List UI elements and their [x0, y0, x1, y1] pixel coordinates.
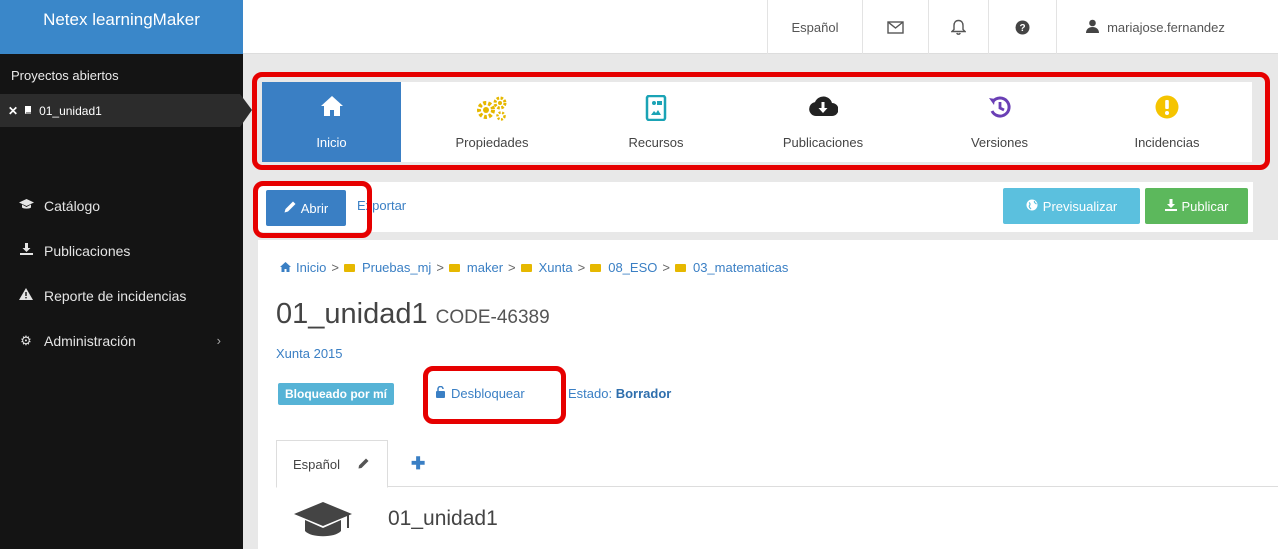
preview-button-label: Previsualizar: [1042, 198, 1118, 214]
graduation-cap-icon: [292, 500, 354, 545]
language-selector[interactable]: Español: [767, 0, 862, 54]
project-code: CODE-46389: [435, 307, 550, 328]
sidebar-item-reporte[interactable]: Reporte de incidencias: [0, 273, 243, 318]
tab-versiones[interactable]: Versiones: [917, 82, 1082, 162]
tab-label: Versiones: [970, 134, 1029, 150]
language-tabs: Español ✚: [276, 440, 1278, 488]
unlock-label: Desbloquear: [451, 386, 525, 401]
breadcrumb-separator: >: [577, 260, 586, 275]
chevron-right-icon: ›: [216, 333, 221, 348]
project-title: 01_unidad1: [276, 298, 428, 330]
close-icon[interactable]: ✕: [8, 104, 18, 118]
page-title: 01_unidad1 CODE-46389: [276, 298, 550, 331]
tab-label: Publicaciones: [782, 134, 864, 150]
brand-logo[interactable]: Netex learningMaker: [0, 0, 243, 54]
sidebar-item-catalogo[interactable]: Catálogo: [0, 183, 243, 228]
open-project-label: 01_unidad1: [39, 103, 102, 118]
breadcrumb: Inicio > Pruebas_mj > maker > Xunta > 08…: [280, 260, 788, 275]
unlock-link[interactable]: Desbloquear: [436, 385, 525, 401]
breadcrumb-item[interactable]: Pruebas_mj: [362, 260, 431, 275]
exclamation-circle-icon: [1155, 95, 1179, 119]
breadcrumb-separator: >: [508, 260, 516, 275]
book-icon: [24, 104, 33, 118]
sidebar-item-label: Publicaciones: [44, 242, 131, 259]
open-project-item[interactable]: ✕ 01_unidad1: [0, 94, 252, 127]
sidebar-item-label: Catálogo: [44, 197, 101, 214]
breadcrumb-item[interactable]: Inicio: [296, 260, 326, 275]
breadcrumb-separator: >: [331, 260, 339, 275]
open-button-label: Abrir: [300, 200, 329, 216]
graduation-cap-icon: [18, 198, 34, 213]
sidebar-item-administracion[interactable]: ⚙ Administración ›: [0, 318, 243, 363]
preview-button[interactable]: Previsualizar: [1003, 188, 1140, 224]
publish-button[interactable]: Publicar: [1145, 188, 1248, 224]
status-label: Estado:: [568, 386, 613, 401]
open-button[interactable]: Abrir: [266, 190, 346, 226]
main-content: Inicio > Pruebas_mj > maker > Xunta > 08…: [258, 240, 1278, 549]
publish-button-label: Publicar: [1181, 198, 1229, 214]
folder-icon: [674, 263, 686, 272]
course-title: 01_unidad1: [388, 507, 498, 530]
folder-icon: [520, 263, 532, 272]
tab-incidencias[interactable]: Incidencias: [1082, 82, 1252, 162]
globe-icon: [1026, 199, 1038, 214]
breadcrumb-item[interactable]: Xunta: [539, 260, 573, 275]
tab-label: Propiedades: [455, 134, 529, 150]
pencil-icon: [284, 201, 296, 216]
sidebar-item-label: Reporte de incidencias: [44, 287, 187, 304]
open-projects-title: Proyectos abiertos: [11, 68, 119, 83]
warning-icon: [18, 288, 34, 303]
pencil-icon[interactable]: [358, 457, 369, 472]
sidebar-item-publicaciones[interactable]: Publicaciones: [0, 228, 243, 273]
user-icon: [1086, 19, 1100, 36]
breadcrumb-item[interactable]: 03_matematicas: [693, 260, 788, 275]
history-icon: [988, 95, 1012, 119]
status-text: Estado: Borrador: [568, 386, 671, 401]
username: mariajose.fernandez: [1107, 19, 1225, 35]
tab-inicio[interactable]: Inicio: [262, 82, 401, 162]
help-icon[interactable]: ?: [988, 0, 1056, 54]
lock-status-badge: Bloqueado por mí: [278, 383, 394, 405]
breadcrumb-item[interactable]: maker: [467, 260, 503, 275]
tab-label: Incidencias: [1134, 134, 1200, 150]
home-icon: [280, 260, 291, 275]
gears-icon: [475, 95, 509, 121]
tab-label: Recursos: [628, 134, 684, 150]
folder-icon: [343, 263, 355, 272]
sidebar-nav: Catálogo Publicaciones Reporte de incide…: [0, 183, 243, 363]
tab-recursos[interactable]: Recursos: [583, 82, 729, 162]
tab-propiedades[interactable]: Propiedades: [401, 82, 583, 162]
tab-publicaciones[interactable]: Publicaciones: [729, 82, 917, 162]
user-menu[interactable]: mariajose.fernandez: [1056, 0, 1254, 54]
sidebar: Netex learningMaker Proyectos abiertos ✕…: [0, 0, 252, 549]
gear-icon: ⚙: [20, 332, 32, 348]
unlock-icon: [436, 385, 445, 401]
add-language-button[interactable]: ✚: [411, 454, 425, 474]
sidebar-item-label: Administración: [44, 332, 136, 349]
top-bar: Español ? mariajose.fernandez: [243, 0, 1278, 54]
breadcrumb-separator: >: [662, 260, 670, 275]
language-tab-label: Español: [293, 456, 340, 472]
folder-icon: [448, 263, 460, 272]
project-subtitle[interactable]: Xunta 2015: [276, 346, 343, 361]
export-link[interactable]: Exportar: [357, 198, 406, 213]
download-icon: [1164, 198, 1177, 214]
home-icon: [320, 95, 344, 119]
status-value: Borrador: [615, 386, 672, 401]
tab-label: Inicio: [316, 134, 347, 150]
breadcrumb-separator: >: [436, 260, 444, 275]
action-bar: Abrir Exportar Previsualizar Publicar: [258, 182, 1253, 232]
svg-text:?: ?: [1019, 23, 1025, 34]
breadcrumb-item[interactable]: 08_ESO: [608, 260, 657, 275]
download-icon: [18, 243, 34, 258]
folder-icon: [590, 263, 602, 272]
bell-icon[interactable]: [928, 0, 988, 54]
file-image-icon: [645, 94, 667, 121]
tab-language-es[interactable]: Español: [276, 440, 388, 488]
cloud-download-icon: [808, 95, 839, 119]
envelope-icon[interactable]: [862, 0, 928, 54]
module-tabs: Inicio Propiedades Recursos Publicacione…: [262, 82, 1252, 162]
